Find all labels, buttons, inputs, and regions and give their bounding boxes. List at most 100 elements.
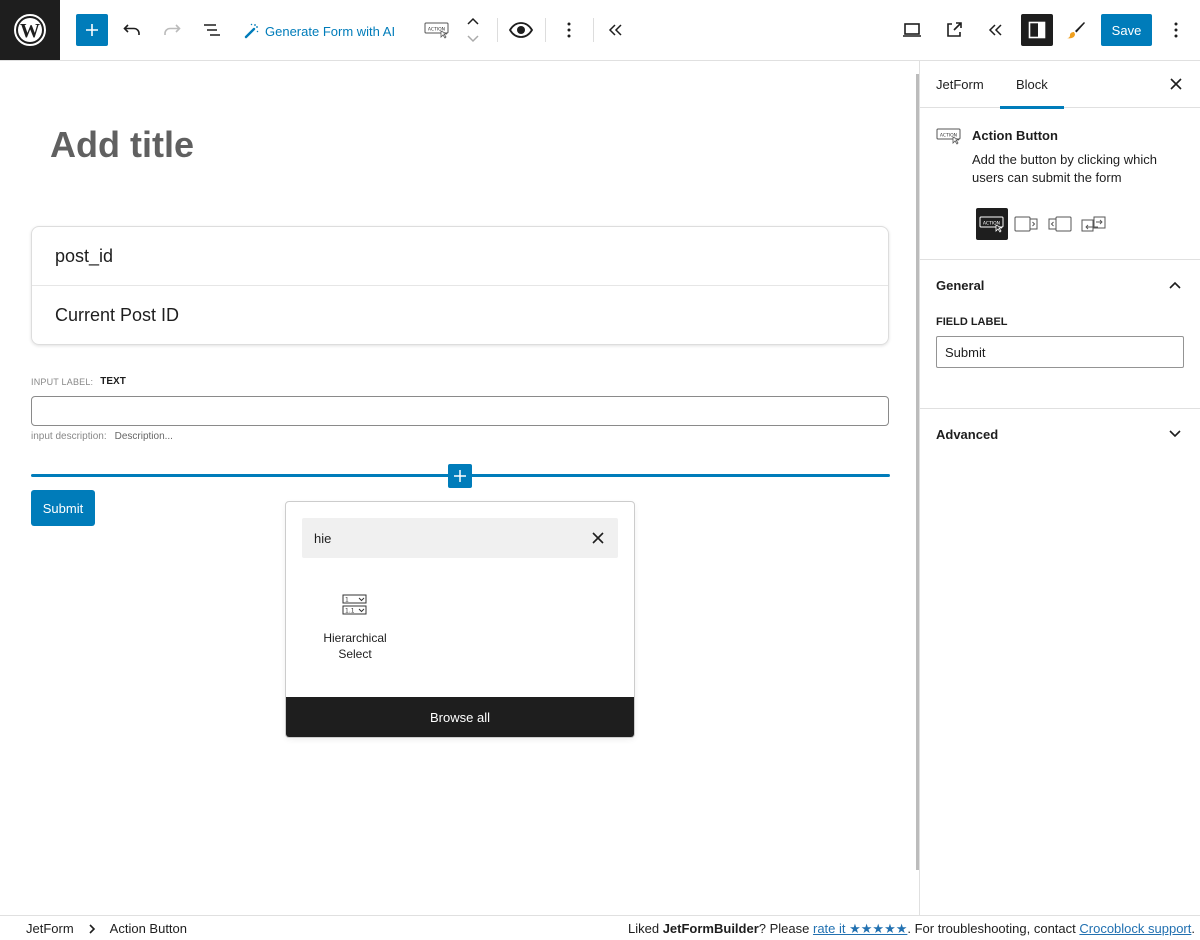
close-icon <box>1170 78 1182 90</box>
plus-icon <box>454 470 466 482</box>
inserter-search-input[interactable] <box>302 518 582 558</box>
editor-canvas <box>0 61 919 915</box>
plus-icon <box>86 24 98 36</box>
toolbar-divider <box>497 18 498 42</box>
credit-prefix: Liked <box>628 921 663 936</box>
close-sidebar-button[interactable] <box>1166 74 1186 94</box>
styles-button[interactable] <box>1060 14 1092 46</box>
more-vertical-icon <box>567 22 571 38</box>
crocoblock-support-link[interactable]: Crocoblock support <box>1079 921 1191 936</box>
editor-toolbar: W Generate Form with AI ACTION Save <box>0 0 1200 61</box>
wordpress-logo-button[interactable]: W <box>0 0 60 60</box>
insert-block-button[interactable] <box>448 464 472 488</box>
prev-page-icon <box>1048 216 1072 232</box>
redo-button[interactable] <box>156 14 188 46</box>
breadcrumb: JetForm Action Button <box>26 921 187 936</box>
move-up-button[interactable] <box>462 12 484 30</box>
collapse-button[interactable] <box>980 14 1012 46</box>
hierarchical-select-icon: 1 1.1 <box>342 594 367 615</box>
sidebar-panel-icon <box>1028 21 1046 39</box>
change-state-icon <box>1081 216 1106 232</box>
sidebar-tabs: JetForm Block <box>920 61 1200 109</box>
footer-credit: Liked JetFormBuilder? Please rate it ★★★… <box>628 921 1195 937</box>
block-type-button[interactable]: ACTION <box>420 14 454 46</box>
text-field-input[interactable] <box>31 396 889 426</box>
input-label-key: INPUT LABEL: <box>31 376 94 387</box>
input-description-key: input description: <box>31 431 107 442</box>
clear-search-button[interactable] <box>588 528 608 548</box>
input-label-value[interactable]: TEXT <box>100 376 126 387</box>
variation-next-page[interactable] <box>1010 208 1042 240</box>
action-button-icon: ACTION <box>424 22 449 39</box>
breadcrumb-item-action-button[interactable]: Action Button <box>110 921 187 936</box>
inserter-search <box>302 518 618 558</box>
svg-text:1.1: 1.1 <box>345 608 355 615</box>
add-block-button[interactable] <box>76 14 108 46</box>
editor-footer: JetForm Action Button Liked JetFormBuild… <box>0 915 1200 940</box>
chevrons-left-icon <box>608 24 622 36</box>
credit-mid: ? Please <box>758 921 813 936</box>
general-panel-title: General <box>936 277 985 293</box>
svg-text:W: W <box>20 20 40 42</box>
document-overview-button[interactable] <box>196 14 228 46</box>
field-label-input[interactable] <box>936 336 1184 368</box>
chevron-down-icon <box>1169 430 1181 438</box>
credit-brand: JetFormBuilder <box>662 921 759 936</box>
variation-change-render-state[interactable] <box>1078 208 1110 240</box>
credit-after-rate: . For troubleshooting, contact <box>907 921 1080 936</box>
list-view-icon <box>204 24 220 36</box>
variation-submit[interactable]: ACTION <box>976 208 1008 240</box>
action-submit-icon: ACTION <box>979 216 1004 233</box>
browse-all-button[interactable]: Browse all <box>286 697 634 737</box>
magic-wand-icon <box>244 23 259 39</box>
preview-button[interactable] <box>505 14 537 46</box>
credit-suffix: . <box>1191 921 1195 936</box>
options-button[interactable] <box>1160 14 1192 46</box>
input-description-placeholder[interactable]: Description... <box>115 431 173 442</box>
advanced-panel: Advanced <box>920 409 1200 459</box>
more-vertical-icon <box>1174 22 1178 38</box>
variation-prev-page[interactable] <box>1044 208 1076 240</box>
redo-icon <box>164 24 181 35</box>
laptop-icon <box>903 23 921 37</box>
block-inserter-popover: 1 1.1 Hierarchical Select Browse all <box>285 501 635 738</box>
toolbar-divider <box>593 18 594 42</box>
tab-block[interactable]: Block <box>1000 61 1064 109</box>
hidden-field-name: post_id <box>32 227 888 286</box>
tab-jetform[interactable]: JetForm <box>936 61 984 108</box>
general-panel-toggle[interactable]: General <box>920 260 1200 310</box>
block-card-title: Action Button <box>972 128 1058 143</box>
external-link-icon <box>947 22 962 37</box>
generate-form-ai-button[interactable]: Generate Form with AI <box>243 20 395 42</box>
text-field-label-row: INPUT LABEL: TEXT <box>31 376 126 387</box>
save-button[interactable]: Save <box>1101 14 1152 46</box>
post-title-input[interactable]: Add title <box>50 124 194 166</box>
move-down-button[interactable] <box>462 30 484 46</box>
submit-action-button[interactable]: Submit <box>31 490 95 526</box>
chevron-up-icon <box>467 17 479 25</box>
view-form-button[interactable] <box>938 14 970 46</box>
eye-icon <box>509 22 533 38</box>
block-variations: ACTION <box>976 208 1110 240</box>
action-button-icon: ACTION <box>936 128 961 145</box>
advanced-panel-title: Advanced <box>936 426 999 442</box>
toolbar-divider <box>545 18 546 42</box>
breadcrumb-item-jetform[interactable]: JetForm <box>26 921 74 936</box>
hidden-field-block[interactable]: post_id Current Post ID <box>31 226 889 345</box>
undo-button[interactable] <box>116 14 148 46</box>
settings-toggle-button[interactable] <box>1021 14 1053 46</box>
advanced-panel-toggle[interactable]: Advanced <box>920 409 1200 459</box>
undo-icon <box>123 24 140 35</box>
general-panel: General FIELD LABEL <box>920 260 1200 409</box>
collapse-toolbar-button[interactable] <box>600 14 632 46</box>
device-preview-button[interactable] <box>896 14 928 46</box>
brush-icon <box>1067 22 1085 39</box>
close-icon <box>592 532 604 544</box>
block-options-button[interactable] <box>553 14 585 46</box>
block-card-description: Add the button by clicking which users c… <box>972 152 1157 185</box>
chevron-up-icon <box>1169 281 1181 289</box>
hidden-field-value: Current Post ID <box>55 305 180 325</box>
generate-form-ai-label: Generate Form with AI <box>265 23 396 39</box>
rate-it-link[interactable]: rate it ★★★★★ <box>813 921 907 936</box>
inserter-result-hierarchical-select[interactable]: 1 1.1 Hierarchical Select <box>310 586 400 676</box>
